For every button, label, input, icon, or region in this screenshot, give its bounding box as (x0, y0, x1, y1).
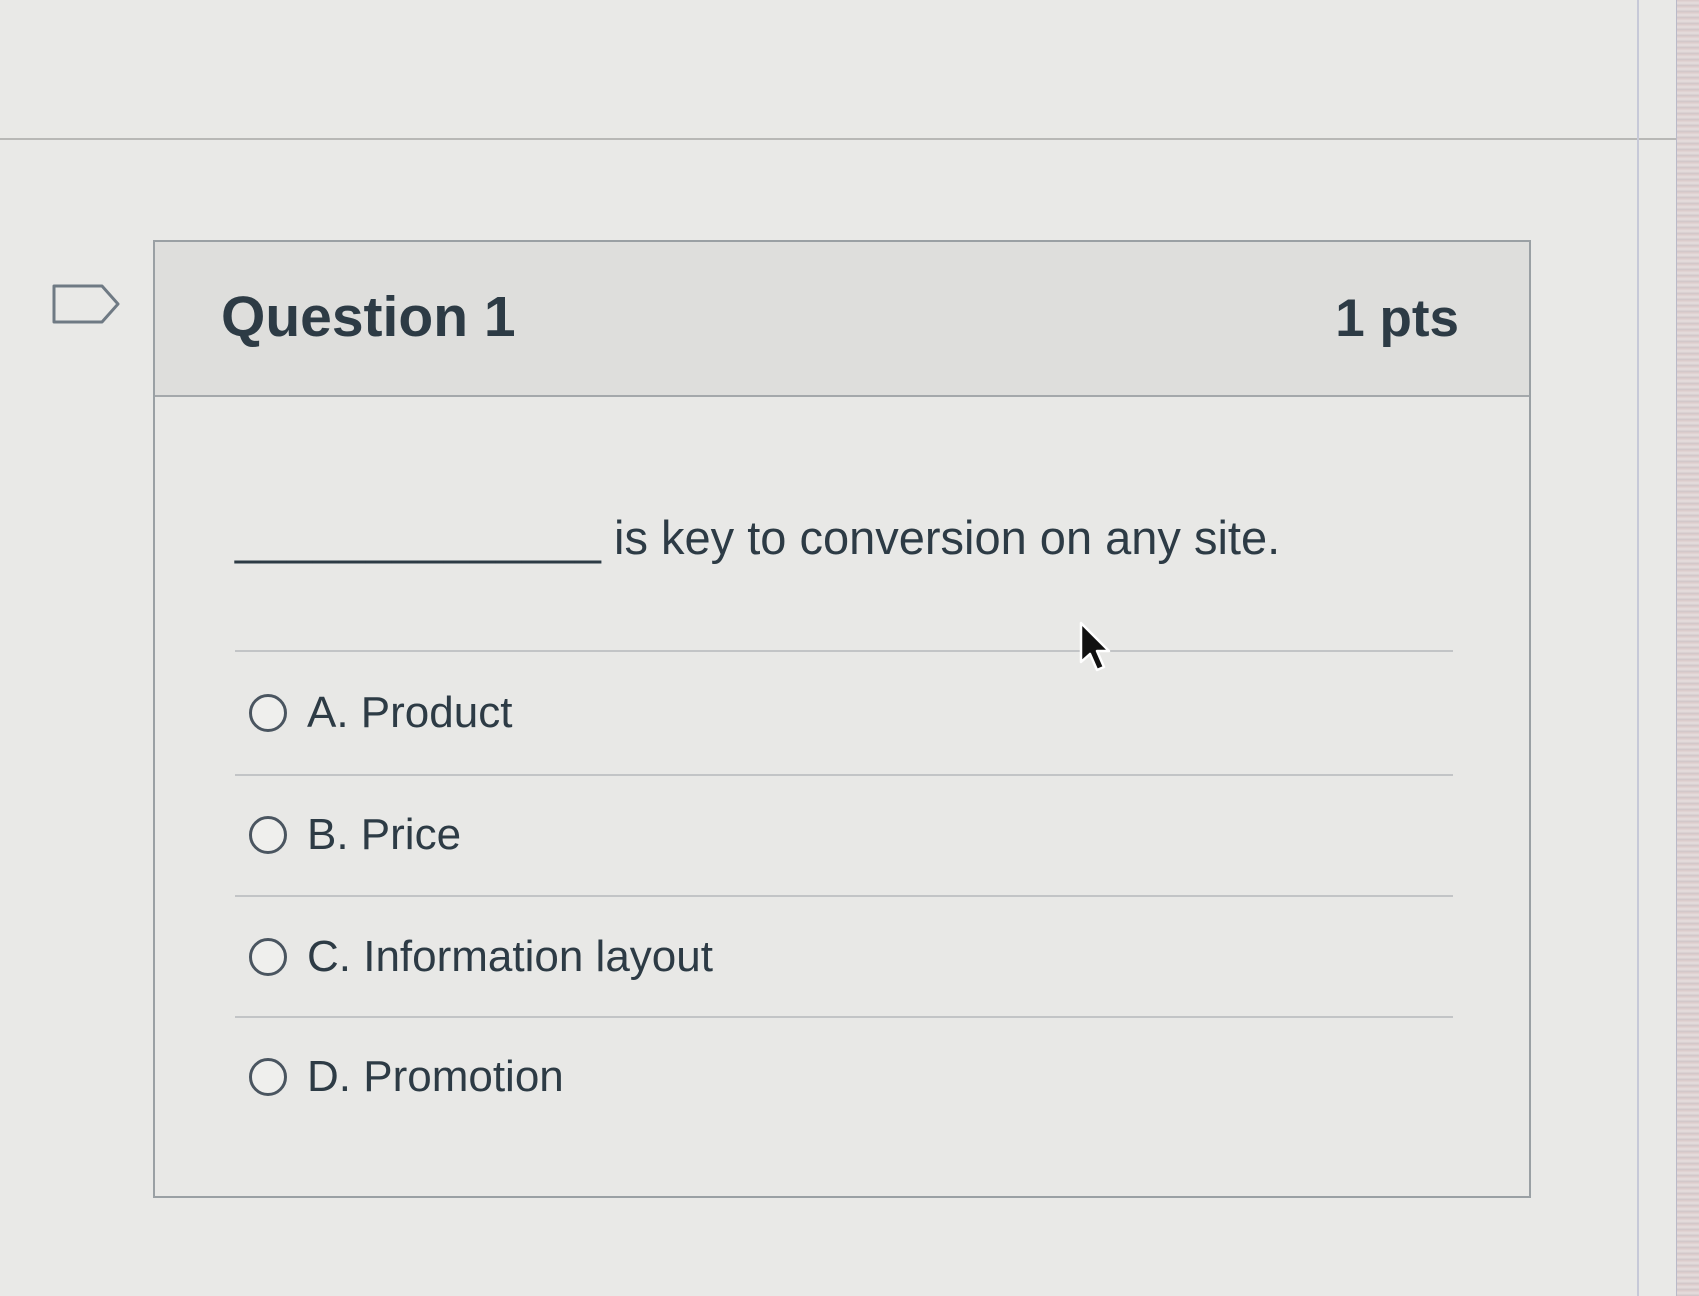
question-card: Question 1 1 pts ______________ is key t… (153, 240, 1531, 1198)
question-title: Question 1 (221, 285, 516, 349)
answer-label: B. Price (307, 810, 462, 859)
answer-divider (235, 1016, 1453, 1018)
top-divider (0, 138, 1690, 140)
answer-label: A. Product (307, 688, 513, 737)
answer-divider (235, 650, 1453, 652)
answer-option-c[interactable]: C. Information layout (249, 922, 1449, 992)
question-header: Question 1 1 pts (155, 242, 1529, 397)
question-text: ______________ is key to conversion on a… (235, 511, 1281, 564)
answer-option-b[interactable]: B. Price (249, 800, 1449, 870)
answer-option-a[interactable]: A. Product (249, 678, 1449, 748)
question-points: 1 pts (1335, 289, 1459, 348)
answer-divider (235, 774, 1453, 776)
answer-label: D. Promotion (307, 1052, 564, 1101)
answer-option-d[interactable]: D. Promotion (249, 1042, 1449, 1112)
radio-button[interactable] (249, 816, 287, 854)
window-edge (1676, 0, 1699, 1296)
answer-divider (235, 895, 1453, 897)
answer-label: C. Information layout (307, 932, 713, 981)
radio-button[interactable] (249, 694, 287, 732)
window-edge-line (1637, 0, 1639, 1296)
flag-question-icon[interactable] (52, 284, 120, 324)
mouse-pointer-icon (1079, 621, 1111, 672)
radio-button[interactable] (249, 938, 287, 976)
radio-button[interactable] (249, 1058, 287, 1096)
